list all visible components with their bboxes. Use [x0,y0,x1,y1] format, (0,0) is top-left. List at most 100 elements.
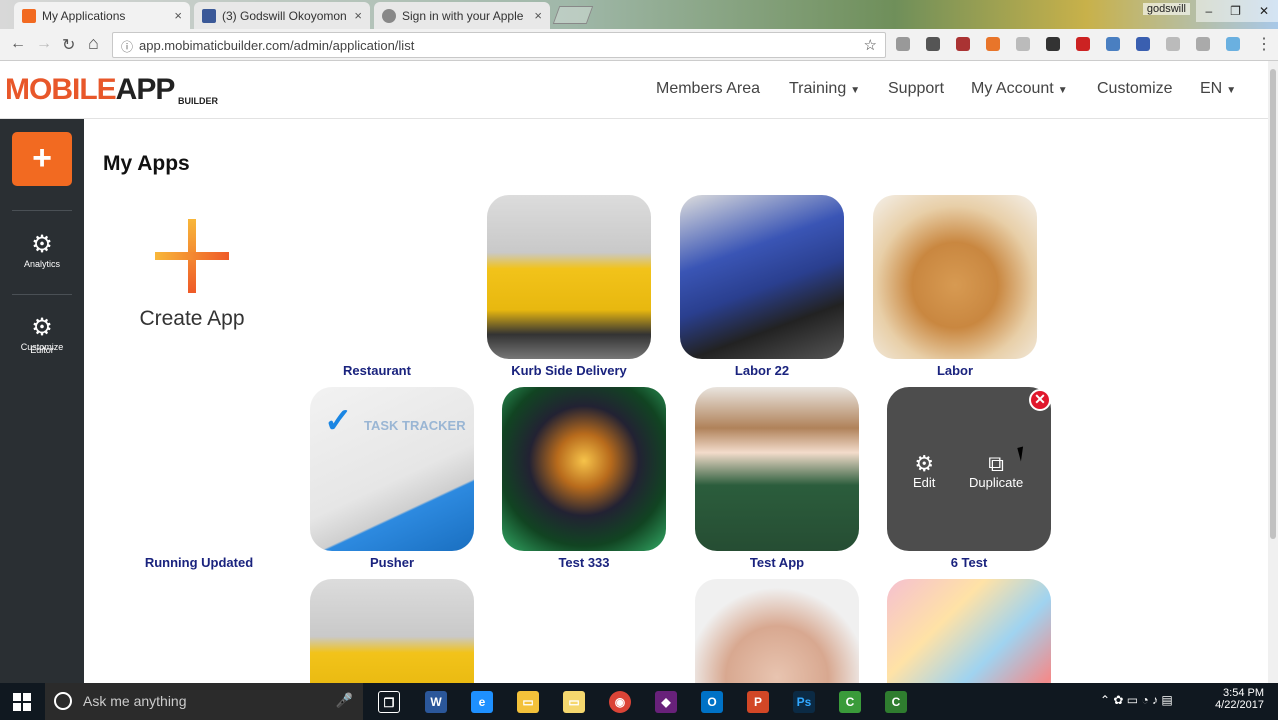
logo-text-mobile: MOBILE [5,73,117,106]
extension-icon[interactable] [1226,37,1240,51]
extension-icon[interactable] [1106,37,1120,51]
file-explorer-icon[interactable]: ▭ [517,691,539,713]
word-icon[interactable]: W [425,691,447,713]
close-window-button[interactable]: ✕ [1250,0,1278,22]
app-card-test-app[interactable]: Test App [695,387,859,570]
app-thumbnail [487,195,651,359]
extension-icon[interactable] [986,37,1000,51]
duplicate-app-button[interactable]: ⧉ Duplicate [969,453,1023,491]
app-card[interactable] [695,579,859,683]
pocket-icon[interactable] [1046,37,1060,51]
scrollbar-thumb[interactable] [1270,69,1276,539]
tab-close-icon[interactable]: × [354,8,362,23]
logo[interactable]: MOBILEAPP [5,73,176,107]
cortana-search-box[interactable]: Ask me anything 🎤 [45,683,363,720]
app-name: Restaurant [343,363,411,378]
menu-label: Support [888,80,945,97]
app-card[interactable] [887,579,1051,683]
tab-favicon-icon [22,8,36,23]
tab-close-icon[interactable]: × [534,8,542,23]
facebook-icon [202,8,216,23]
browser-tab-facebook[interactable]: (3) Godswill Okoyomon × [194,2,370,29]
system-clock[interactable]: 3:54 PM 4/22/2017 [1212,687,1264,711]
folder-icon[interactable]: ▭ [563,691,585,713]
app-name: Test 333 [558,555,610,570]
photoshop-icon[interactable]: Ps [793,691,815,713]
browser-tab-apple[interactable]: Sign in with your Apple × [374,2,550,29]
sidebar-item-sublabel: Editor [30,345,54,355]
chrome-icon[interactable]: ◉ [609,691,631,713]
menu-training[interactable]: Training ▼ [789,80,860,98]
outlook-icon[interactable]: O [701,691,723,713]
extension-icon[interactable] [1196,37,1210,51]
sidebar-item-analytics[interactable]: ⚙ Analytics [0,233,84,270]
menu-members-area[interactable]: Members Area [656,80,760,98]
microphone-icon[interactable]: 🎤 [336,692,353,709]
tray-icons[interactable]: ⌃ ✿ ▭ ◔ ♪ ▤ [1100,693,1173,707]
create-app-button[interactable]: Create App [124,219,260,331]
extension-icon[interactable] [1076,37,1090,51]
info-icon[interactable]: ⓘ [121,38,133,55]
caret-down-icon: ▼ [1226,85,1237,96]
tab-title: (3) Godswill Okoyomon [222,8,347,23]
app-card[interactable] [310,579,474,683]
add-app-button[interactable]: + [12,132,72,186]
caret-down-icon: ▼ [850,85,861,96]
menu-customize[interactable]: Customize [1097,80,1173,98]
app-name: Labor 22 [734,363,790,378]
app-name: Labor [936,363,974,378]
chrome-menu-icon[interactable]: ⋮ [1256,34,1272,54]
tab-close-icon[interactable]: × [174,8,182,23]
back-icon[interactable]: ← [10,35,26,53]
edge-icon[interactable]: e [471,691,493,713]
app-name: Kurb Side Delivery [511,363,627,378]
logo-text-app: APP [115,73,176,106]
logo-subtext: BUILDER [178,96,218,106]
delete-app-button[interactable]: ✕ [1029,389,1051,411]
sidebar-item-customize-editor[interactable]: ⚙ Customize Editor [0,316,84,356]
app-name: 6 Test [950,555,988,570]
app-card-labor-22[interactable]: Labor 22 [680,195,844,378]
menu-label: Training [789,80,847,97]
app-card-test-333[interactable]: Test 333 [502,387,666,570]
url-field[interactable]: ⓘ app.mobimaticbuilder.com/admin/applica… [112,32,886,58]
app-card-kurb-side-delivery[interactable]: Kurb Side Delivery [487,195,651,378]
extension-icon[interactable] [956,37,970,51]
windows-start-icon[interactable] [13,693,31,711]
app-name: Test App [749,555,805,570]
profile-name[interactable]: godswill [1142,3,1190,15]
app-card-pusher[interactable]: ✓ TASK TRACKER Pusher [310,387,474,570]
app-card-labor[interactable]: Labor [873,195,1037,378]
visual-studio-icon[interactable]: ◆ [655,691,677,713]
home-icon[interactable]: ⌂ [88,33,99,54]
edit-app-button[interactable]: ⚙ Edit [913,453,936,491]
checkmark-icon: ✓ [324,402,353,440]
extension-icon[interactable] [1016,37,1030,51]
sidebar: + ⚙ Analytics ⚙ Customize Editor [0,119,84,683]
menu-my-account[interactable]: My Account ▼ [971,80,1068,98]
new-tab-button[interactable] [552,6,594,24]
menu-support[interactable]: Support [888,80,944,98]
reload-icon[interactable]: ↻ [62,35,75,55]
edit-label: Edit [913,475,936,490]
extension-icon[interactable] [1166,37,1180,51]
browser-tab-my-applications[interactable]: My Applications × [14,2,190,29]
camtasia-recorder-icon[interactable]: C [885,691,907,713]
menu-label: Members Area [656,80,761,97]
camera-extension-icon[interactable] [896,37,910,51]
plus-icon [155,219,229,293]
powerpoint-icon[interactable]: P [747,691,769,713]
app-thumbnail [887,579,1051,683]
menu-label: My Account [971,80,1054,97]
forward-icon[interactable]: → [36,35,52,53]
bookmark-star-icon[interactable]: ☆ [864,36,877,54]
page-scrollbar[interactable] [1268,61,1278,683]
menu-language[interactable]: EN ▼ [1200,80,1236,98]
font-extension-icon[interactable] [926,37,940,51]
camtasia-icon[interactable]: C [839,691,861,713]
minimize-button[interactable]: – [1196,0,1221,22]
task-view-icon[interactable]: ❐ [378,691,400,713]
extension-icon[interactable] [1136,37,1150,51]
app-card-6-test[interactable]: ⚙ Edit ⧉ Duplicate 6 Test [887,387,1051,570]
restore-button[interactable]: ❐ [1221,0,1250,22]
